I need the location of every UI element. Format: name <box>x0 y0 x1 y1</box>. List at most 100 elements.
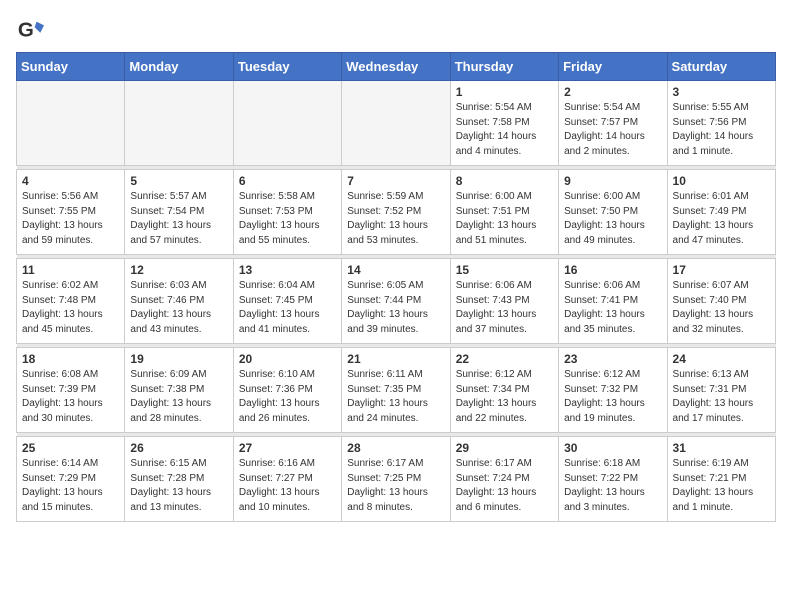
day-number: 3 <box>673 85 770 99</box>
day-info: Sunrise: 6:02 AM Sunset: 7:48 PM Dayligh… <box>22 279 119 337</box>
calendar-cell <box>17 81 125 166</box>
logo-icon: G <box>16 16 44 44</box>
day-number: 19 <box>130 352 227 366</box>
calendar-cell: 12 Sunrise: 6:03 AM Sunset: 7:46 PM Dayli… <box>125 259 233 344</box>
calendar-cell: 21 Sunrise: 6:11 AM Sunset: 7:35 PM Dayli… <box>342 348 450 433</box>
day-number: 15 <box>456 263 553 277</box>
day-number: 23 <box>564 352 661 366</box>
day-number: 1 <box>456 85 553 99</box>
calendar-cell: 8Sunrise: 6:00 AM Sunset: 7:51 PM Daylig… <box>450 170 558 255</box>
calendar-header-wednesday: Wednesday <box>342 53 450 81</box>
day-number: 31 <box>673 441 770 455</box>
calendar-cell: 25 Sunrise: 6:14 AM Sunset: 7:29 PM Dayli… <box>17 437 125 522</box>
calendar-cell <box>342 81 450 166</box>
calendar-cell: 3 Sunrise: 5:55 AM Sunset: 7:56 PM Daylig… <box>667 81 775 166</box>
day-info: Sunrise: 6:01 AM Sunset: 7:49 PM Dayligh… <box>673 190 770 248</box>
day-number: 10 <box>673 174 770 188</box>
calendar-cell: 19 Sunrise: 6:09 AM Sunset: 7:38 PM Dayli… <box>125 348 233 433</box>
day-info: Sunrise: 6:10 AM Sunset: 7:36 PM Dayligh… <box>239 368 336 426</box>
day-number: 16 <box>564 263 661 277</box>
calendar-cell: 14 Sunrise: 6:05 AM Sunset: 7:44 PM Dayli… <box>342 259 450 344</box>
calendar-cell: 27 Sunrise: 6:16 AM Sunset: 7:27 PM Dayli… <box>233 437 341 522</box>
day-info: Sunrise: 6:18 AM Sunset: 7:22 PM Dayligh… <box>564 457 661 515</box>
day-info: Sunrise: 6:11 AM Sunset: 7:35 PM Dayligh… <box>347 368 444 426</box>
day-number: 27 <box>239 441 336 455</box>
day-info: Sunrise: 5:54 AM Sunset: 7:57 PM Dayligh… <box>564 101 661 159</box>
day-number: 11 <box>22 263 119 277</box>
calendar: SundayMondayTuesdayWednesdayThursdayFrid… <box>16 52 776 522</box>
calendar-cell <box>233 81 341 166</box>
calendar-cell: 1 Sunrise: 5:54 AM Sunset: 7:58 PM Daylig… <box>450 81 558 166</box>
day-number: 29 <box>456 441 553 455</box>
day-info: Sunrise: 6:17 AM Sunset: 7:24 PM Dayligh… <box>456 457 553 515</box>
day-number: 8 <box>456 174 553 188</box>
day-number: 12 <box>130 263 227 277</box>
day-info: Sunrise: 6:03 AM Sunset: 7:46 PM Dayligh… <box>130 279 227 337</box>
calendar-cell: 9 Sunrise: 6:00 AM Sunset: 7:50 PM Daylig… <box>559 170 667 255</box>
calendar-header-row: SundayMondayTuesdayWednesdayThursdayFrid… <box>17 53 776 81</box>
day-info: Sunrise: 6:19 AM Sunset: 7:21 PM Dayligh… <box>673 457 770 515</box>
day-info: Sunrise: 6:08 AM Sunset: 7:39 PM Dayligh… <box>22 368 119 426</box>
day-number: 13 <box>239 263 336 277</box>
calendar-header-saturday: Saturday <box>667 53 775 81</box>
calendar-header-tuesday: Tuesday <box>233 53 341 81</box>
day-info: Sunrise: 6:16 AM Sunset: 7:27 PM Dayligh… <box>239 457 336 515</box>
day-info: Sunrise: 6:17 AM Sunset: 7:25 PM Dayligh… <box>347 457 444 515</box>
calendar-week-1: 1 Sunrise: 5:54 AM Sunset: 7:58 PM Daylig… <box>17 81 776 166</box>
day-info: Sunrise: 6:15 AM Sunset: 7:28 PM Dayligh… <box>130 457 227 515</box>
day-number: 5 <box>130 174 227 188</box>
calendar-week-3: 11 Sunrise: 6:02 AM Sunset: 7:48 PM Dayli… <box>17 259 776 344</box>
header: G <box>16 16 776 44</box>
calendar-week-5: 25 Sunrise: 6:14 AM Sunset: 7:29 PM Dayli… <box>17 437 776 522</box>
calendar-cell: 22Sunrise: 6:12 AM Sunset: 7:34 PM Dayli… <box>450 348 558 433</box>
calendar-cell: 28 Sunrise: 6:17 AM Sunset: 7:25 PM Dayli… <box>342 437 450 522</box>
calendar-cell: 26 Sunrise: 6:15 AM Sunset: 7:28 PM Dayli… <box>125 437 233 522</box>
day-info: Sunrise: 6:09 AM Sunset: 7:38 PM Dayligh… <box>130 368 227 426</box>
day-info: Sunrise: 5:55 AM Sunset: 7:56 PM Dayligh… <box>673 101 770 159</box>
calendar-week-2: 4Sunrise: 5:56 AM Sunset: 7:55 PM Daylig… <box>17 170 776 255</box>
day-info: Sunrise: 6:04 AM Sunset: 7:45 PM Dayligh… <box>239 279 336 337</box>
day-number: 9 <box>564 174 661 188</box>
day-info: Sunrise: 5:58 AM Sunset: 7:53 PM Dayligh… <box>239 190 336 248</box>
calendar-cell: 23 Sunrise: 6:12 AM Sunset: 7:32 PM Dayli… <box>559 348 667 433</box>
day-number: 18 <box>22 352 119 366</box>
calendar-cell: 31 Sunrise: 6:19 AM Sunset: 7:21 PM Dayli… <box>667 437 775 522</box>
day-info: Sunrise: 6:12 AM Sunset: 7:32 PM Dayligh… <box>564 368 661 426</box>
day-info: Sunrise: 5:59 AM Sunset: 7:52 PM Dayligh… <box>347 190 444 248</box>
calendar-week-4: 18 Sunrise: 6:08 AM Sunset: 7:39 PM Dayli… <box>17 348 776 433</box>
calendar-cell: 13 Sunrise: 6:04 AM Sunset: 7:45 PM Dayli… <box>233 259 341 344</box>
day-info: Sunrise: 6:13 AM Sunset: 7:31 PM Dayligh… <box>673 368 770 426</box>
day-info: Sunrise: 6:00 AM Sunset: 7:50 PM Dayligh… <box>564 190 661 248</box>
calendar-cell: 24Sunrise: 6:13 AM Sunset: 7:31 PM Dayli… <box>667 348 775 433</box>
day-number: 21 <box>347 352 444 366</box>
day-info: Sunrise: 6:06 AM Sunset: 7:41 PM Dayligh… <box>564 279 661 337</box>
calendar-cell: 11 Sunrise: 6:02 AM Sunset: 7:48 PM Dayli… <box>17 259 125 344</box>
calendar-cell: 17Sunrise: 6:07 AM Sunset: 7:40 PM Dayli… <box>667 259 775 344</box>
calendar-cell: 29 Sunrise: 6:17 AM Sunset: 7:24 PM Dayli… <box>450 437 558 522</box>
day-number: 30 <box>564 441 661 455</box>
logo: G <box>16 16 48 44</box>
day-number: 20 <box>239 352 336 366</box>
day-number: 14 <box>347 263 444 277</box>
day-info: Sunrise: 5:54 AM Sunset: 7:58 PM Dayligh… <box>456 101 553 159</box>
calendar-cell: 20 Sunrise: 6:10 AM Sunset: 7:36 PM Dayli… <box>233 348 341 433</box>
day-number: 26 <box>130 441 227 455</box>
day-number: 25 <box>22 441 119 455</box>
calendar-cell: 18 Sunrise: 6:08 AM Sunset: 7:39 PM Dayli… <box>17 348 125 433</box>
calendar-cell <box>125 81 233 166</box>
day-info: Sunrise: 5:57 AM Sunset: 7:54 PM Dayligh… <box>130 190 227 248</box>
day-info: Sunrise: 6:05 AM Sunset: 7:44 PM Dayligh… <box>347 279 444 337</box>
day-number: 2 <box>564 85 661 99</box>
day-info: Sunrise: 6:14 AM Sunset: 7:29 PM Dayligh… <box>22 457 119 515</box>
day-number: 17 <box>673 263 770 277</box>
calendar-cell: 30 Sunrise: 6:18 AM Sunset: 7:22 PM Dayli… <box>559 437 667 522</box>
calendar-cell: 5 Sunrise: 5:57 AM Sunset: 7:54 PM Daylig… <box>125 170 233 255</box>
calendar-header-friday: Friday <box>559 53 667 81</box>
day-number: 28 <box>347 441 444 455</box>
calendar-cell: 16 Sunrise: 6:06 AM Sunset: 7:41 PM Dayli… <box>559 259 667 344</box>
calendar-cell: 15Sunrise: 6:06 AM Sunset: 7:43 PM Dayli… <box>450 259 558 344</box>
calendar-header-thursday: Thursday <box>450 53 558 81</box>
calendar-header-monday: Monday <box>125 53 233 81</box>
day-number: 4 <box>22 174 119 188</box>
calendar-cell: 4Sunrise: 5:56 AM Sunset: 7:55 PM Daylig… <box>17 170 125 255</box>
